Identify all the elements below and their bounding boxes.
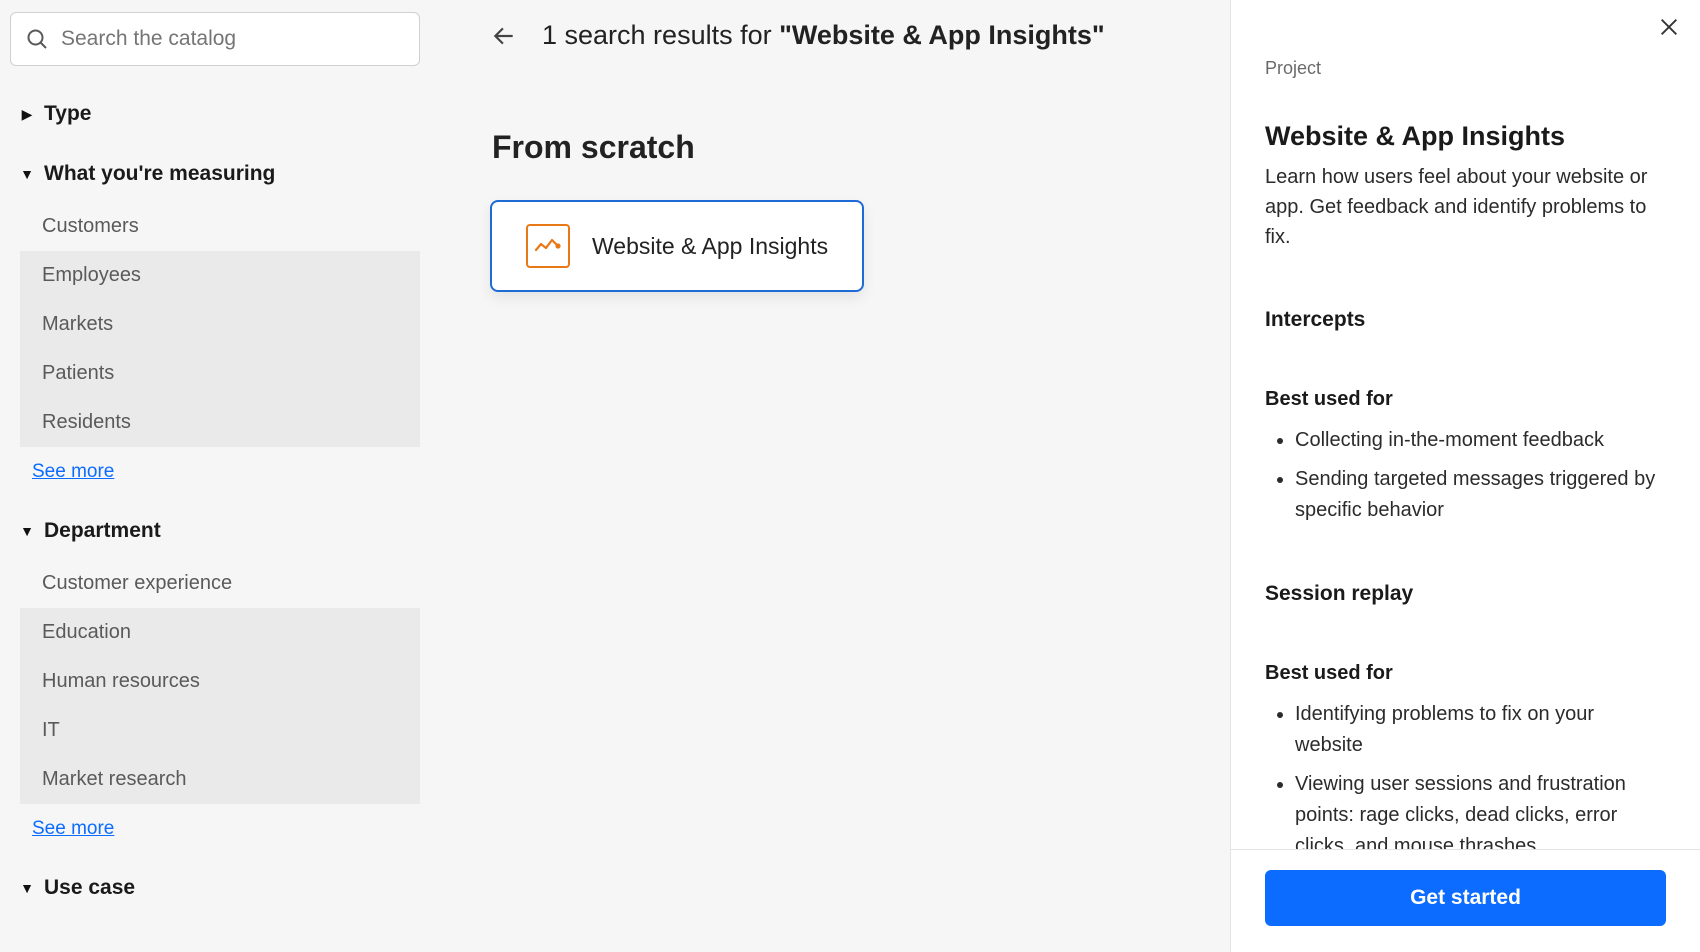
facet-item-patients[interactable]: Patients (20, 349, 420, 398)
facet-type-label: Type (44, 102, 91, 126)
facet-measuring-see-more[interactable]: See more (32, 461, 114, 483)
facet-department-see-more[interactable]: See more (32, 818, 114, 840)
caret-down-icon: ▼ (20, 523, 34, 539)
catalog-sidebar: ▶ Type ▼ What you're measuring Customers… (0, 0, 430, 952)
facet-item-employees[interactable]: Employees (20, 251, 420, 300)
panel-kicker: Project (1265, 58, 1666, 79)
panel-description: Learn how users feel about your website … (1265, 162, 1666, 252)
website-insights-icon (526, 224, 570, 268)
facet-item-markets[interactable]: Markets (20, 300, 420, 349)
facet-type: ▶ Type (10, 102, 420, 126)
list-item: Collecting in-the-moment feedback (1295, 425, 1666, 456)
facet-item-hr[interactable]: Human resources (20, 657, 420, 706)
facet-measuring: ▼ What you're measuring Customers Employ… (10, 162, 420, 483)
facet-measuring-label: What you're measuring (44, 162, 275, 186)
close-icon (1658, 16, 1680, 38)
facet-measuring-header[interactable]: ▼ What you're measuring (10, 162, 420, 186)
facet-item-market-research[interactable]: Market research (20, 755, 420, 804)
caret-down-icon: ▼ (20, 166, 34, 182)
list-item: Sending targeted messages triggered by s… (1295, 464, 1666, 526)
search-input[interactable] (61, 27, 405, 51)
panel-list-1: Identifying problems to fix on your webs… (1265, 699, 1666, 849)
section-from-scratch: From scratch (492, 129, 1190, 166)
results-query: "Website & App Insights" (779, 20, 1105, 50)
result-card-website-app-insights[interactable]: Website & App Insights (490, 200, 864, 292)
details-panel: Project Website & App Insights Learn how… (1230, 0, 1700, 952)
facet-item-customers[interactable]: Customers (20, 202, 420, 251)
facet-department-label: Department (44, 519, 161, 543)
panel-list-0: Collecting in-the-moment feedback Sendin… (1265, 425, 1666, 526)
panel-footer: Get started (1231, 849, 1700, 952)
results-prefix: 1 search results for (542, 20, 779, 50)
panel-best-used-for-0: Best used for (1265, 388, 1666, 411)
facet-usecase-label: Use case (44, 876, 135, 900)
facet-item-education[interactable]: Education (20, 608, 420, 657)
facet-usecase: ▼ Use case (10, 876, 420, 900)
get-started-button[interactable]: Get started (1265, 870, 1666, 926)
back-button[interactable] (490, 22, 518, 50)
caret-right-icon: ▶ (20, 106, 34, 123)
facet-department: ▼ Department Customer experience Educati… (10, 519, 420, 840)
search-results-heading: 1 search results for "Website & App Insi… (542, 20, 1105, 51)
search-field[interactable] (10, 12, 420, 66)
facet-item-it[interactable]: IT (20, 706, 420, 755)
panel-best-used-for-1: Best used for (1265, 662, 1666, 685)
facet-department-header[interactable]: ▼ Department (10, 519, 420, 543)
search-icon (25, 27, 49, 51)
caret-down-icon: ▼ (20, 880, 34, 896)
facet-item-residents[interactable]: Residents (20, 398, 420, 447)
result-card-label: Website & App Insights (592, 233, 828, 260)
panel-heading-session-replay: Session replay (1265, 582, 1666, 606)
arrow-left-icon (491, 23, 517, 49)
main-content: 1 search results for "Website & App Insi… (430, 0, 1230, 952)
close-button[interactable] (1658, 16, 1680, 43)
panel-title: Website & App Insights (1265, 121, 1666, 152)
list-item: Identifying problems to fix on your webs… (1295, 699, 1666, 761)
facet-item-cx[interactable]: Customer experience (20, 559, 420, 608)
panel-heading-intercepts: Intercepts (1265, 308, 1666, 332)
list-item: Viewing user sessions and frustration po… (1295, 769, 1666, 849)
facet-type-header[interactable]: ▶ Type (10, 102, 420, 126)
facet-usecase-header[interactable]: ▼ Use case (10, 876, 420, 900)
